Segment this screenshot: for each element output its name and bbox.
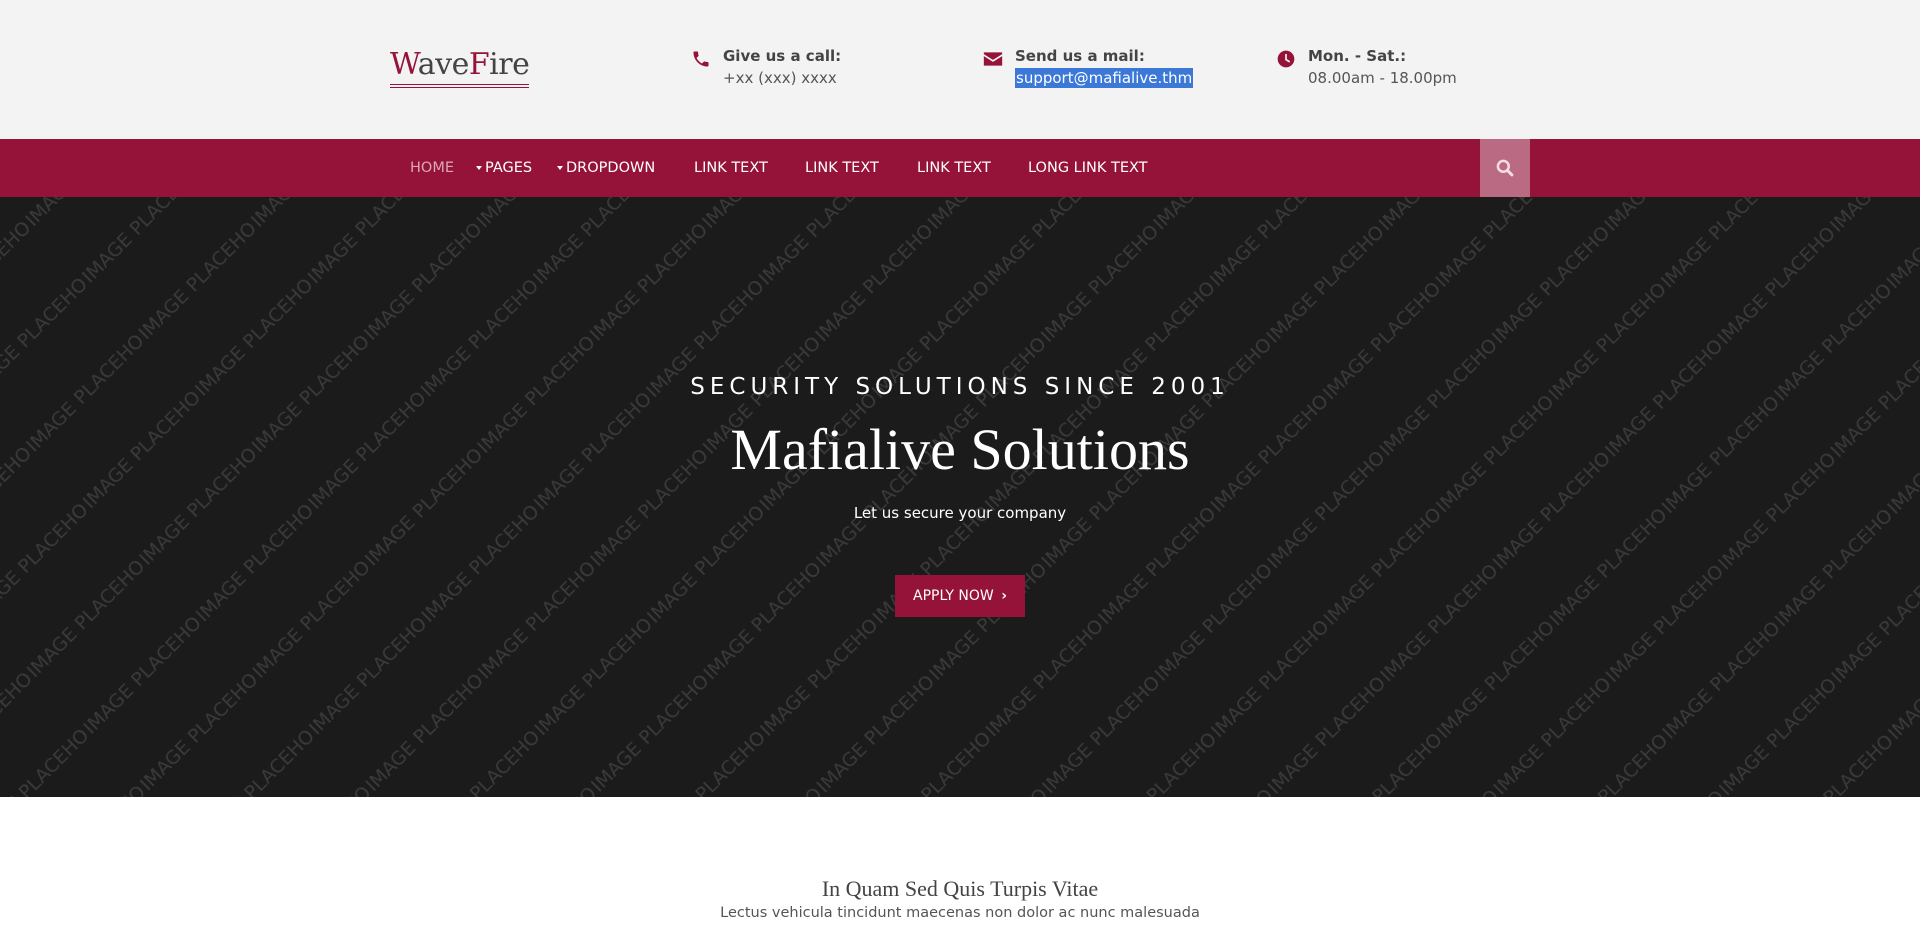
nav-pages[interactable]: PAGES [476,139,532,197]
mail-title: Send us a mail: [1015,47,1145,65]
nav-link-2[interactable]: LINK TEXT [805,139,879,197]
hero-banner: IMAGE PLACEHOLDER SECURITY SOLUTIONS SIN… [0,197,1920,797]
hours-title: Mon. - Sat.: [1308,47,1407,65]
site-logo[interactable]: WaveFire [390,46,530,88]
search-icon [1496,159,1514,177]
clock-icon [1275,48,1297,70]
apply-now-button[interactable]: APPLY NOW › [895,575,1025,617]
nav-pages-label: PAGES [485,160,533,176]
hero-title: Mafialive Solutions [730,417,1190,482]
nav-dropdown-label: DROPDOWN [566,160,656,176]
phone-icon [690,48,712,70]
section-title: In Quam Sed Quis Turpis Vitae [821,876,1099,901]
hours-value: 08.00am - 18.00pm [1308,69,1457,87]
nav-dropdown[interactable]: DROPDOWN [557,139,655,197]
hero-subtitle: Let us secure your company [853,504,1067,522]
caret-down-icon [557,166,563,170]
section-subtitle: Lectus vehicula tincidunt maecenas non d… [720,905,1200,921]
logo-letter-f: F [468,47,490,82]
search-button[interactable] [1480,139,1530,197]
chevron-right-icon: › [1001,588,1007,604]
nav-long-link[interactable]: LONG LINK TEXT [1028,139,1148,197]
caret-down-icon [476,166,482,170]
logo-text-ire: ire [489,47,530,82]
envelope-icon [982,48,1004,70]
logo-text-ave: ave [417,47,470,82]
apply-now-label: APPLY NOW [913,588,994,604]
hero-eyebrow: SECURITY SOLUTIONS SINCE 2001 [690,374,1230,400]
image-placeholder-background: IMAGE PLACEHOLDER [0,197,1920,797]
logo-letter-w: W [390,47,418,82]
call-number[interactable]: +xx (xxx) xxxx [723,68,837,88]
nav-link-3[interactable]: LINK TEXT [917,139,991,197]
call-title: Give us a call: [723,47,842,65]
nav-link-1[interactable]: LINK TEXT [694,139,768,197]
nav-home[interactable]: HOME [410,139,454,197]
top-header: WaveFire Give us a call: +xx (xxx) xxxx … [0,0,1920,139]
mail-address-link[interactable]: support@mafialive.thm [1015,68,1194,88]
main-nav: HOME PAGES DROPDOWN LINK TEXT LINK TEXT … [0,139,1920,197]
